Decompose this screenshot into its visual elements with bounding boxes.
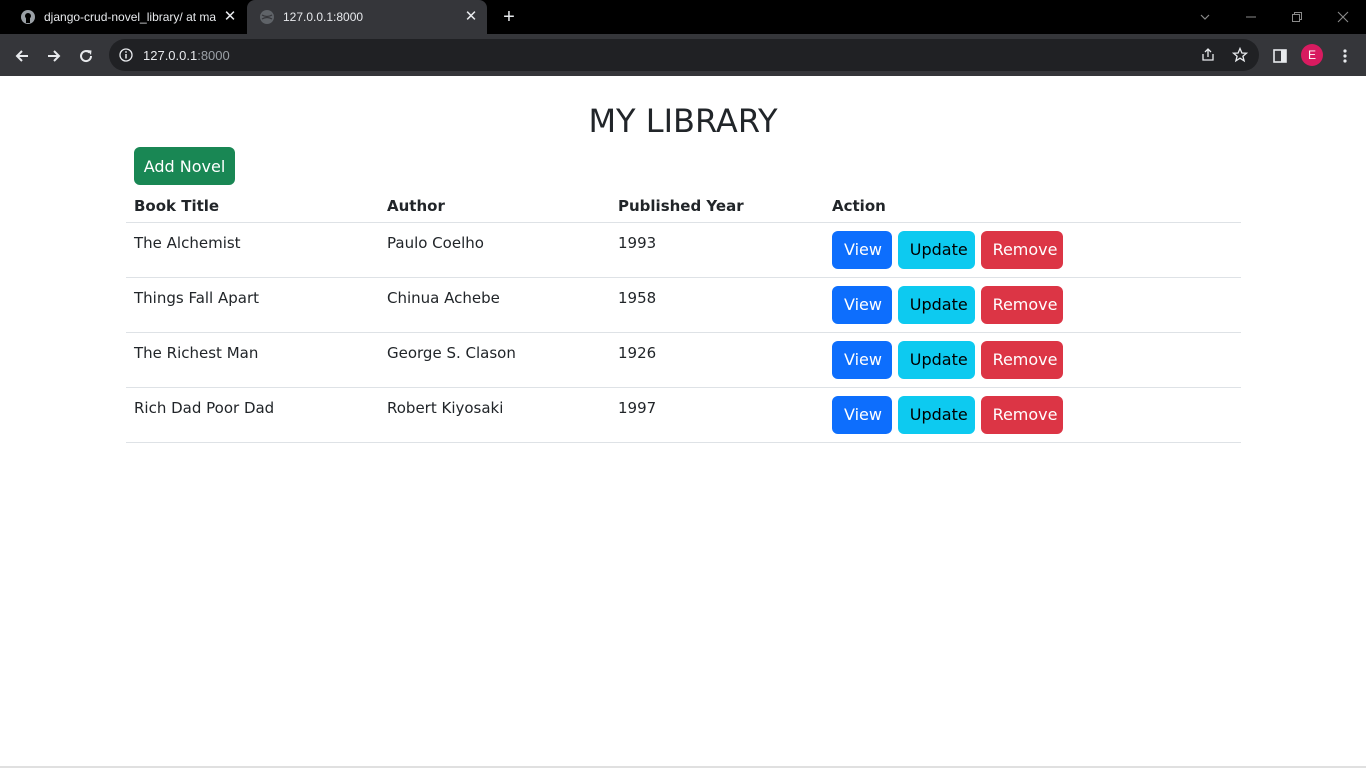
bookmark-star-icon[interactable] <box>1231 46 1249 64</box>
profile-avatar[interactable]: E <box>1301 44 1323 66</box>
restore-icon[interactable] <box>1274 0 1320 34</box>
cell-author: Robert Kiyosaki <box>379 387 610 443</box>
table-row: The Alchemist Paulo Coelho 1993 View Upd… <box>126 222 1241 278</box>
remove-button[interactable]: Remove <box>980 395 1063 434</box>
cell-author: Paulo Coelho <box>379 222 610 278</box>
cell-year: 1926 <box>610 332 824 388</box>
side-panel-icon[interactable] <box>1266 42 1294 70</box>
reload-icon[interactable] <box>72 42 100 70</box>
cell-title: Things Fall Apart <box>126 277 379 333</box>
cell-actions: View Update Remove <box>824 277 1241 333</box>
page-content: MY LIBRARY Add Novel Book Title Author P… <box>0 76 1366 766</box>
add-novel-button[interactable]: Add Novel <box>134 147 235 185</box>
cell-actions: View Update Remove <box>824 387 1241 443</box>
github-icon <box>20 9 36 25</box>
forward-arrow-icon[interactable] <box>40 42 68 70</box>
view-button[interactable]: View <box>832 230 892 269</box>
globe-icon <box>259 9 275 25</box>
remove-button[interactable]: Remove <box>980 285 1063 324</box>
cell-title: The Alchemist <box>126 222 379 278</box>
column-header-action: Action <box>824 190 1241 223</box>
cell-year: 1993 <box>610 222 824 278</box>
table-row: The Richest Man George S. Clason 1926 Vi… <box>126 332 1241 388</box>
cell-year: 1958 <box>610 277 824 333</box>
update-button[interactable]: Update <box>897 340 975 379</box>
table-row: Things Fall Apart Chinua Achebe 1958 Vie… <box>126 277 1241 333</box>
share-icon[interactable] <box>1199 46 1217 64</box>
page-title: MY LIBRARY <box>588 102 778 140</box>
tab-search-icon[interactable] <box>1182 0 1228 34</box>
view-button[interactable]: View <box>832 340 892 379</box>
tab-title: 127.0.0.1:8000 <box>283 10 364 24</box>
address-url: 127.0.0.1:8000 <box>143 48 230 63</box>
minimize-icon[interactable] <box>1228 0 1274 34</box>
tab-strip: django-crud-novel_library/ at ma ✕ 127.0… <box>0 0 1366 34</box>
update-button[interactable]: Update <box>897 230 975 269</box>
tab-github[interactable]: django-crud-novel_library/ at ma ✕ <box>8 0 246 34</box>
cell-actions: View Update Remove <box>824 332 1241 388</box>
books-table: Book Title Author Published Year Action … <box>126 190 1241 443</box>
remove-button[interactable]: Remove <box>980 230 1063 269</box>
cell-author: George S. Clason <box>379 332 610 388</box>
column-header-author: Author <box>379 190 610 223</box>
back-arrow-icon[interactable] <box>8 42 36 70</box>
address-bar[interactable]: 127.0.0.1:8000 <box>109 39 1259 71</box>
menu-kebab-icon[interactable] <box>1331 42 1359 70</box>
column-header-year: Published Year <box>610 190 824 223</box>
view-button[interactable]: View <box>832 285 892 324</box>
update-button[interactable]: Update <box>897 395 975 434</box>
browser-toolbar: 127.0.0.1:8000 E <box>0 34 1366 76</box>
cell-year: 1997 <box>610 387 824 443</box>
new-tab-icon[interactable]: + <box>498 6 520 28</box>
cell-title: The Richest Man <box>126 332 379 388</box>
cell-title: Rich Dad Poor Dad <box>126 387 379 443</box>
close-tab-icon[interactable]: ✕ <box>222 9 238 25</box>
tab-title: django-crud-novel_library/ at ma <box>44 10 216 24</box>
close-tab-icon[interactable]: ✕ <box>463 9 479 25</box>
column-header-title: Book Title <box>126 190 379 223</box>
cell-actions: View Update Remove <box>824 222 1241 278</box>
cell-author: Chinua Achebe <box>379 277 610 333</box>
tab-localhost[interactable]: 127.0.0.1:8000 ✕ <box>247 0 487 34</box>
view-button[interactable]: View <box>832 395 892 434</box>
close-window-icon[interactable] <box>1320 0 1366 34</box>
table-header-row: Book Title Author Published Year Action <box>126 190 1241 223</box>
table-row: Rich Dad Poor Dad Robert Kiyosaki 1997 V… <box>126 387 1241 443</box>
site-info-icon[interactable] <box>118 47 134 63</box>
update-button[interactable]: Update <box>897 285 975 324</box>
remove-button[interactable]: Remove <box>980 340 1063 379</box>
